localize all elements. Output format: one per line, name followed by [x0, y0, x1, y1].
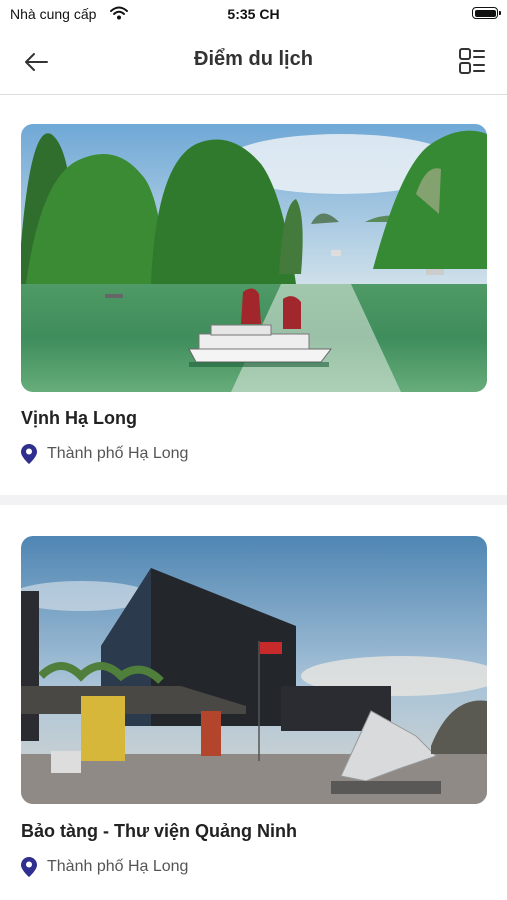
- place-photo-quang-ninh-museum[interactable]: [21, 536, 487, 804]
- place-card[interactable]: Vịnh Hạ Long Thành phố Hạ Long: [0, 95, 507, 495]
- map-pin-icon: [21, 444, 37, 464]
- place-location-text: Thành phố Hạ Long: [47, 858, 189, 875]
- status-bar: Nhà cung cấp 5:35 CH: [0, 0, 507, 30]
- battery-icon: [472, 7, 501, 19]
- status-time: 5:35 CH: [227, 6, 280, 22]
- place-name[interactable]: Bảo tàng - Thư viện Quảng Ninh: [21, 821, 297, 842]
- place-name[interactable]: Vịnh Hạ Long: [21, 408, 137, 429]
- page-title: Điểm du lịch: [194, 48, 313, 70]
- place-location-text: Thành phố Hạ Long: [47, 445, 189, 462]
- place-location: Thành phố Hạ Long: [21, 444, 188, 464]
- grid-list-icon: [459, 48, 485, 74]
- view-toggle-button[interactable]: [457, 46, 487, 76]
- place-location: Thành phố Hạ Long: [21, 857, 188, 877]
- place-photo-halong-bay[interactable]: [21, 124, 487, 392]
- app-header: Điểm du lịch: [0, 30, 507, 95]
- map-pin-icon: [21, 857, 37, 877]
- card-separator: [0, 495, 507, 505]
- place-card[interactable]: Bảo tàng - Thư viện Quảng Ninh Thành phố…: [0, 505, 507, 900]
